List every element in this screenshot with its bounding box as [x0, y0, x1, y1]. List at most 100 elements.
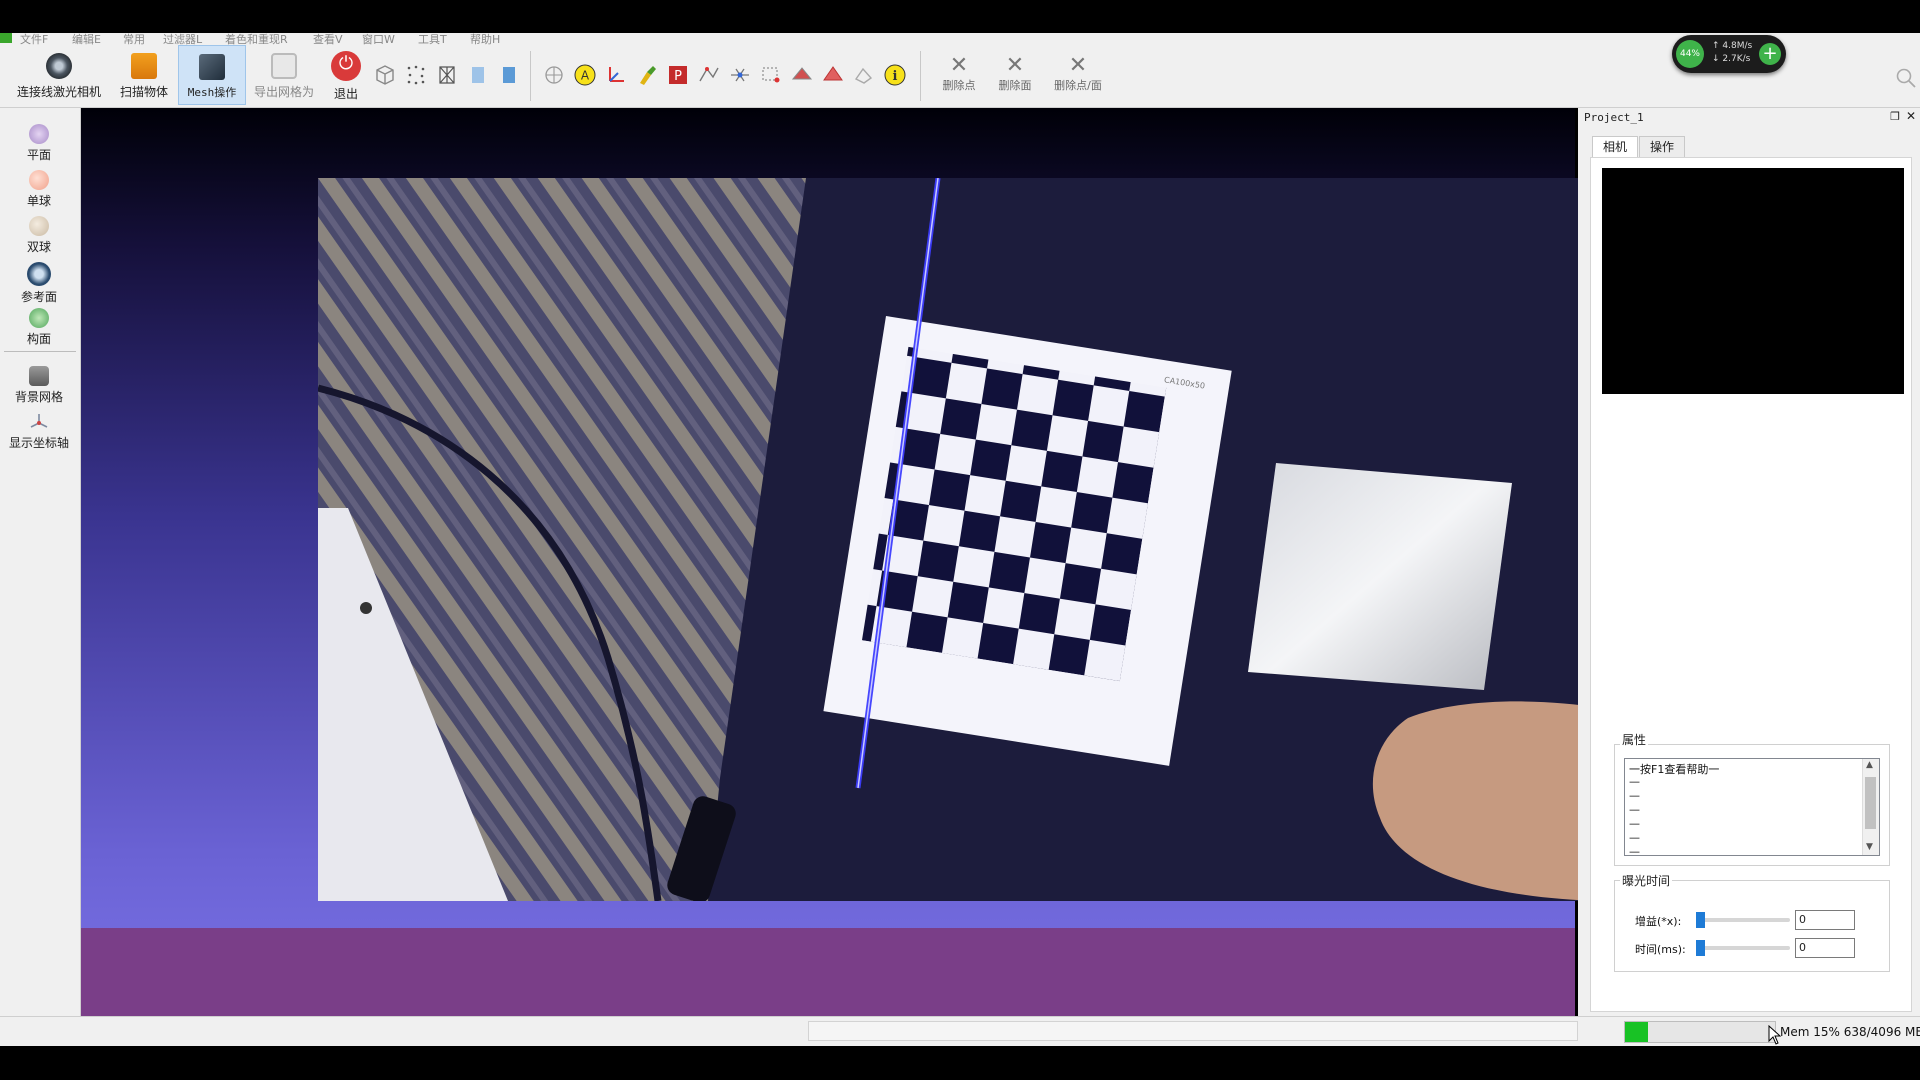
download-speed: ↓ 2.7K/s	[1712, 54, 1750, 64]
flat-shading-icon[interactable]	[466, 63, 490, 87]
scroll-thumb[interactable]	[1865, 777, 1876, 829]
delete-faces-button[interactable]: ✕ 删除面	[990, 45, 1040, 105]
scan-object-button[interactable]: 扫描物体	[114, 45, 174, 105]
tab-operation[interactable]: 操作	[1639, 136, 1686, 157]
points-view-icon[interactable]	[404, 63, 428, 87]
scroll-up-icon[interactable]: ▲	[1866, 760, 1873, 770]
network-speed-widget[interactable]: 44% ↑ 4.8M/s ↓ 2.7K/s +	[1672, 35, 1786, 73]
double-sphere-icon	[29, 216, 49, 236]
export-mesh-button[interactable]: 导出网格为	[250, 45, 318, 105]
gain-slider-thumb[interactable]	[1696, 912, 1705, 928]
compose-face-icon	[29, 308, 49, 328]
bottom-black-band	[0, 1045, 1920, 1080]
mesh-ops-button[interactable]: Mesh操作	[178, 45, 246, 105]
export-mesh-label: 导出网格为	[253, 85, 314, 99]
sidebar-item-reference-plane[interactable]: 参考面	[0, 262, 78, 305]
sidebar-item-show-axes[interactable]: 显示坐标轴	[0, 412, 78, 451]
smooth-shading-icon[interactable]	[497, 63, 521, 87]
close-icon[interactable]: ✕	[1906, 109, 1916, 123]
camera-preview	[1602, 168, 1904, 394]
select-connected-icon[interactable]	[852, 63, 876, 87]
select-region-icon[interactable]	[759, 63, 783, 87]
sidebar-item-single-sphere[interactable]: 单球	[0, 170, 78, 209]
export-icon	[271, 53, 297, 79]
float-icon[interactable]: ❐	[1890, 110, 1900, 123]
layers-icon	[199, 54, 225, 80]
time-input[interactable]: 0	[1795, 938, 1855, 958]
scroll-down-icon[interactable]: ▼	[1866, 842, 1873, 852]
left-sidebar: 平面 单球 双球 参考面 构面 背景网格 显示坐标轴	[0, 108, 81, 1016]
svg-text:A: A	[581, 69, 590, 83]
memory-progress-fill	[1625, 1022, 1648, 1042]
search-icon[interactable]	[1894, 66, 1918, 90]
scanner-icon	[131, 53, 157, 79]
annotation-icon[interactable]: A	[573, 63, 597, 87]
menu-render[interactable]: 着色和重现R	[225, 33, 288, 45]
axis-icon[interactable]	[604, 63, 628, 87]
list-item: 一按F1查看帮助一	[1629, 763, 1720, 776]
gain-input[interactable]: 0	[1795, 910, 1855, 930]
menu-tools[interactable]: 工具T	[418, 33, 447, 45]
cube-view-icon[interactable]	[373, 63, 397, 87]
memory-progress-bar	[1624, 1021, 1776, 1043]
sidebar-item-label: 显示坐标轴	[8, 436, 69, 450]
gain-slider-track[interactable]	[1698, 918, 1790, 922]
menu-bar: 文件F 编辑E 常用 过滤器L 着色和重现R 查看V 窗口W 工具T 帮助H	[0, 33, 1920, 45]
sidebar-item-compose-face[interactable]: 构面	[0, 308, 78, 347]
panel-title: Project_1	[1584, 111, 1644, 124]
sidebar-item-double-sphere[interactable]: 双球	[0, 216, 78, 255]
status-message-field	[808, 1021, 1578, 1041]
camera-icon	[46, 53, 72, 79]
camera-feed: CA100x50	[318, 178, 1602, 901]
svg-text:P: P	[674, 69, 682, 84]
connect-camera-button[interactable]: 连接线激光相机	[10, 45, 108, 105]
time-slider-thumb[interactable]	[1696, 940, 1705, 956]
power-icon: ⏻	[331, 51, 361, 81]
sidebar-item-label: 参考面	[20, 290, 57, 304]
mouse-cursor-icon	[1768, 1025, 1782, 1045]
upload-speed-value: 4.8M/s	[1722, 41, 1753, 51]
menu-window[interactable]: 窗口W	[362, 33, 395, 45]
globe-icon[interactable]	[542, 63, 566, 87]
list-item: —	[1629, 789, 1640, 802]
properties-list[interactable]: 一按F1查看帮助一 — — — — — — ▲ ▼	[1624, 758, 1880, 856]
background-grid-icon	[29, 366, 49, 386]
svg-text:i: i	[893, 69, 898, 84]
sidebar-item-label: 单球	[26, 194, 51, 208]
time-label: 时间(ms):	[1635, 943, 1686, 956]
select-faces-icon[interactable]	[790, 63, 814, 87]
delete-points-label: 删除点	[942, 79, 976, 92]
sphere-icon	[29, 170, 49, 190]
select-vertices-icon[interactable]	[821, 63, 845, 87]
metal-plate	[1248, 463, 1512, 690]
status-bar: Mem 15% 638/4096 MB	[0, 1016, 1920, 1046]
exit-button[interactable]: ⏻ 退出	[326, 45, 366, 105]
sidebar-item-background-grid[interactable]: 背景网格	[0, 366, 78, 405]
menu-file[interactable]: 文件F	[20, 33, 48, 45]
viewport-floor	[81, 928, 1575, 1016]
info-icon[interactable]: i	[883, 63, 907, 87]
paint-icon[interactable]	[635, 63, 659, 87]
delete-faces-label: 删除面	[998, 79, 1032, 92]
toolbar-separator	[920, 51, 921, 101]
time-slider-track[interactable]	[1698, 946, 1790, 950]
menu-help[interactable]: 帮助H	[470, 33, 500, 45]
align-icon[interactable]	[728, 63, 752, 87]
wireframe-view-icon[interactable]	[435, 63, 459, 87]
menu-filters[interactable]: 过滤器L	[163, 33, 202, 45]
tab-camera[interactable]: 相机	[1592, 136, 1639, 157]
connect-camera-label: 连接线激光相机	[16, 85, 101, 99]
properties-scrollbar[interactable]: ▲ ▼	[1862, 759, 1879, 855]
plane-icon	[29, 124, 49, 144]
sidebar-item-label: 双球	[26, 240, 51, 254]
download-speed-value: 2.7K/s	[1722, 54, 1751, 64]
menu-edit[interactable]: 编辑E	[72, 33, 101, 45]
delete-points-button[interactable]: ✕ 删除点	[934, 45, 984, 105]
pick-points-icon[interactable]: P	[666, 63, 690, 87]
measure-icon[interactable]	[697, 63, 721, 87]
menu-common[interactable]: 常用	[123, 33, 145, 45]
menu-view[interactable]: 查看V	[313, 33, 343, 45]
delete-points-faces-button[interactable]: ✕ 删除点/面	[1046, 45, 1110, 105]
boost-plus-icon[interactable]: +	[1759, 43, 1781, 65]
sidebar-item-plane[interactable]: 平面	[0, 124, 78, 163]
